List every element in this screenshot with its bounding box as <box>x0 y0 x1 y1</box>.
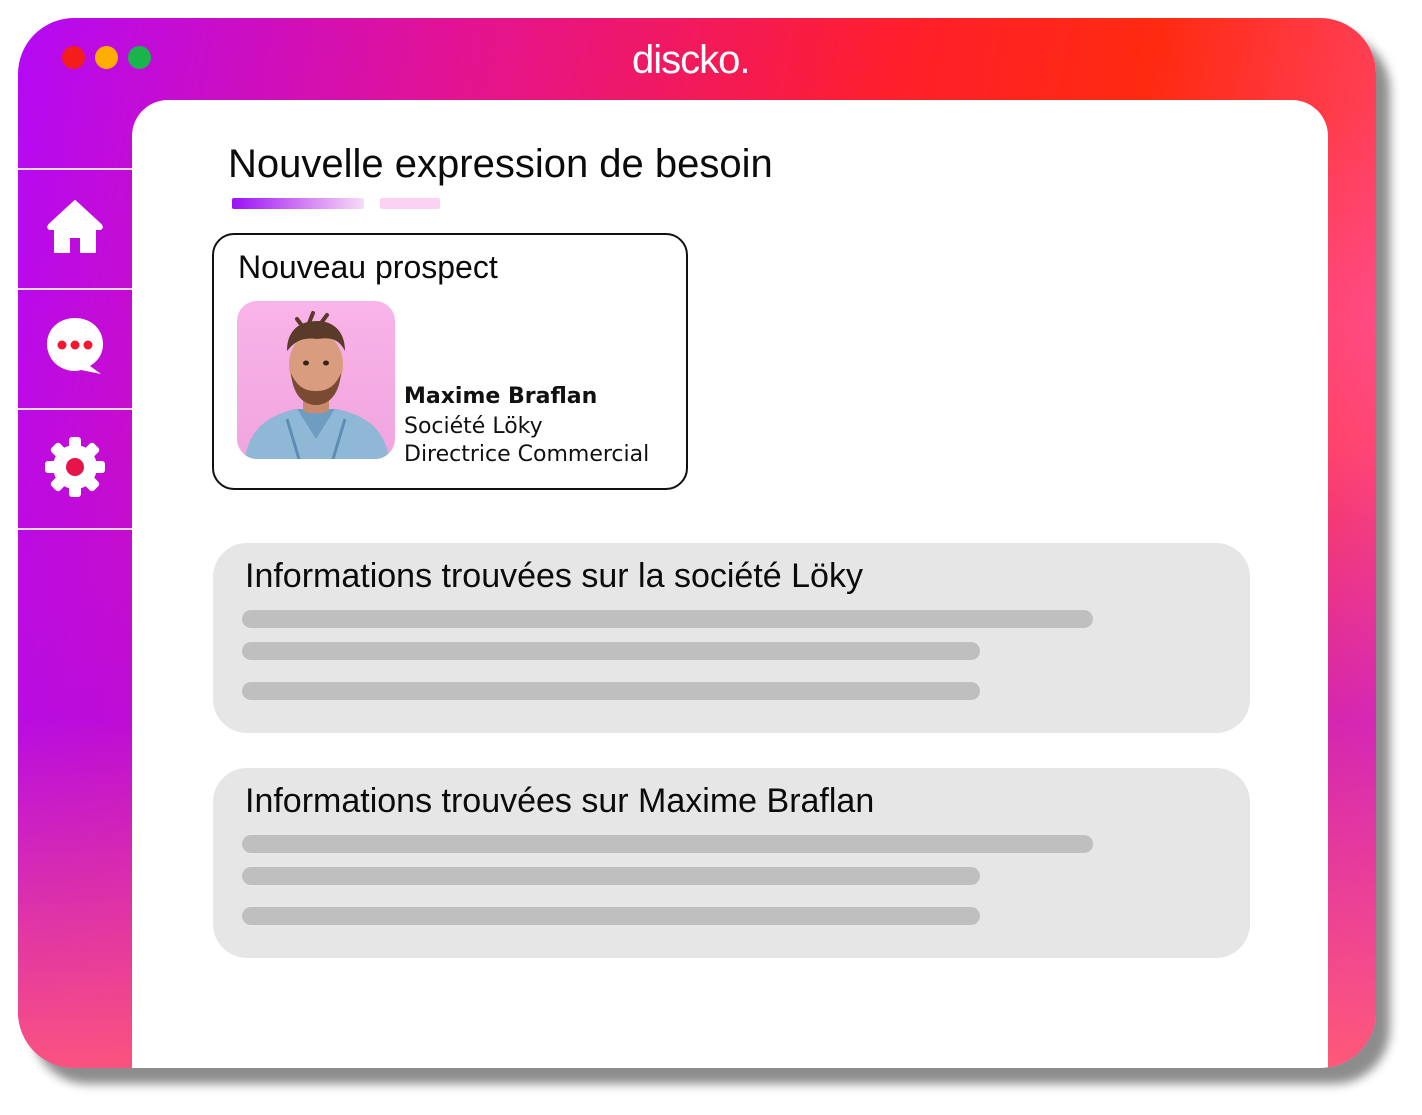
prospect-name: Maxime Braflan <box>404 384 598 409</box>
avatar <box>237 301 395 459</box>
window-controls <box>62 46 151 69</box>
page-title: Nouvelle expression de besoin <box>228 142 773 186</box>
sidebar-item-home[interactable] <box>18 168 132 288</box>
company-info-card: Informations trouvées sur la société Lök… <box>213 543 1250 733</box>
prospect-details: Maxime Braflan Société Löky Directrice C… <box>404 383 649 469</box>
person-info-card: Informations trouvées sur Maxime Braflan <box>213 768 1250 958</box>
progress-step-1 <box>232 198 364 209</box>
step-progress <box>232 198 440 209</box>
placeholder-line <box>242 610 1093 628</box>
sidebar-item-settings[interactable] <box>18 408 132 530</box>
placeholder-line <box>242 682 980 700</box>
placeholder-line <box>242 835 1093 853</box>
progress-step-2 <box>380 198 440 209</box>
placeholder-line <box>242 907 980 925</box>
home-icon <box>45 197 105 261</box>
chat-bubble-icon <box>44 316 106 382</box>
prospect-company: Société Löky <box>404 414 543 439</box>
placeholder-line <box>242 867 980 885</box>
person-info-title: Informations trouvées sur Maxime Braflan <box>245 782 875 820</box>
prospect-role: Directrice Commercial <box>404 442 650 467</box>
app-logo: discko. <box>632 38 750 82</box>
gear-icon <box>43 435 107 503</box>
company-info-title: Informations trouvées sur la société Lök… <box>245 557 863 595</box>
app-window: discko. Nouvelle expression de besoin No… <box>18 18 1376 1068</box>
sidebar-item-chat[interactable] <box>18 288 132 408</box>
close-window-button[interactable] <box>62 46 85 69</box>
placeholder-line <box>242 642 980 660</box>
sidebar <box>18 168 132 530</box>
minimize-window-button[interactable] <box>95 46 118 69</box>
prospect-card[interactable]: Nouveau prospect Maxime Braflan Société … <box>212 233 688 490</box>
main-panel: Nouvelle expression de besoin Nouveau pr… <box>132 100 1328 1068</box>
maximize-window-button[interactable] <box>128 46 151 69</box>
prospect-card-title: Nouveau prospect <box>238 249 498 285</box>
